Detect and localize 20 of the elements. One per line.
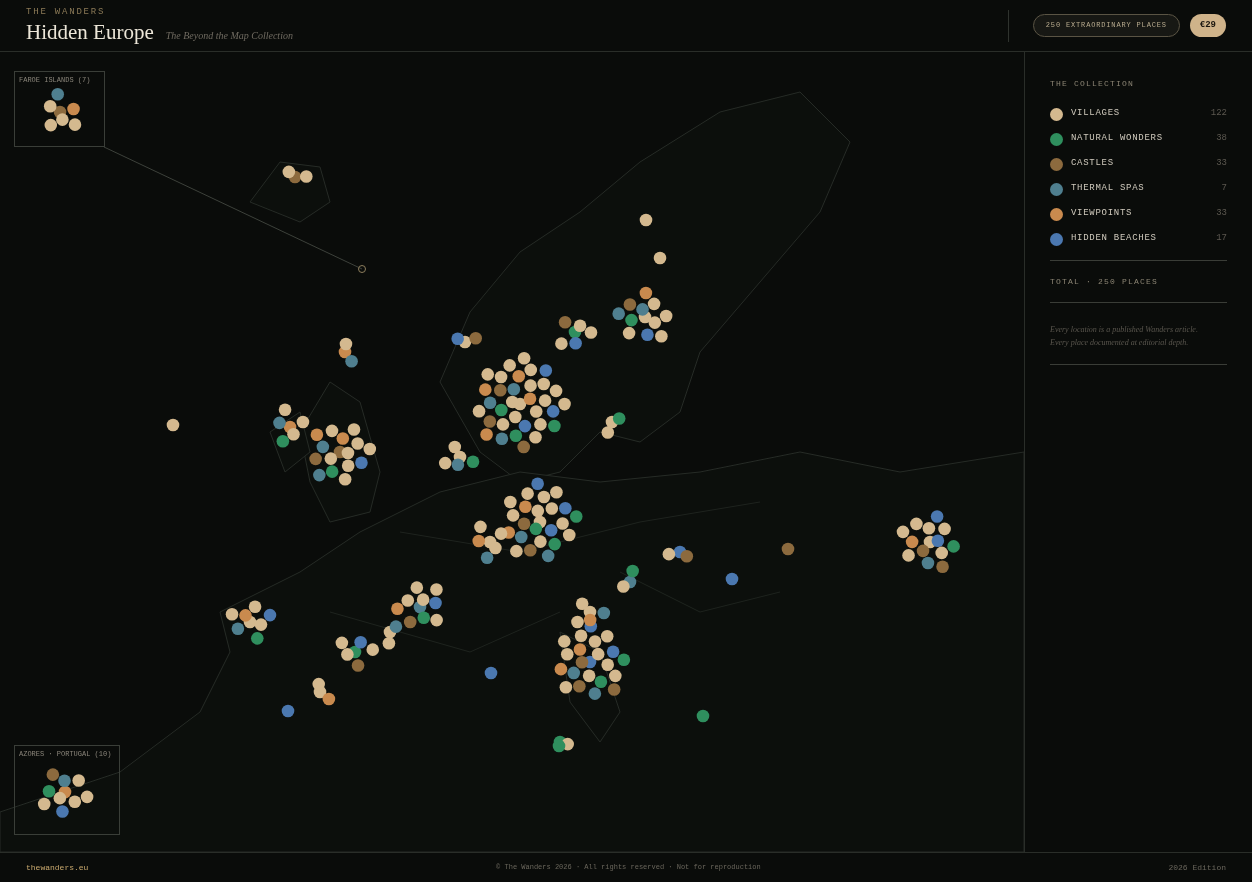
brand-label: THE WANDERS (26, 5, 107, 19)
category-count: 122 (1210, 107, 1227, 121)
category-count: 7 (1221, 182, 1227, 196)
category-count: 38 (1216, 132, 1227, 146)
legend-title: THE COLLECTION (1050, 78, 1135, 90)
edition-label: 2026 Edition (1168, 861, 1226, 874)
category-label: VILLAGES (1071, 107, 1120, 121)
page-subtitle: The Beyond the Map Collection (165, 29, 293, 44)
price-button[interactable]: €29 (1189, 13, 1226, 38)
category-label: CASTLES (1071, 157, 1114, 171)
total-places: TOTAL · 250 PLACES (1050, 276, 1159, 288)
category-count: 17 (1216, 232, 1227, 246)
page-title: Hidden Europe (26, 19, 154, 46)
category-label: NATURAL WONDERS (1071, 132, 1163, 146)
category-label: VIEWPOINTS (1071, 207, 1133, 221)
category-label: HIDDEN BEACHES (1071, 232, 1157, 246)
site-link[interactable]: thewanders.eu (26, 861, 89, 874)
category-count: 33 (1216, 207, 1227, 221)
category-count: 33 (1216, 157, 1227, 171)
category-label: THERMAL SPAS (1071, 182, 1145, 196)
